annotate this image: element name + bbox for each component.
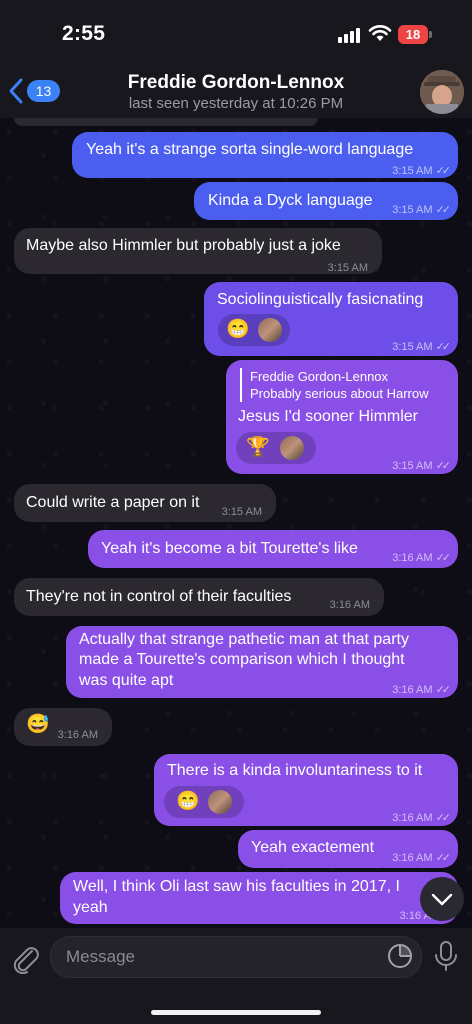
message-time: 3:15 AM [221, 506, 262, 518]
double-check-icon: ✓✓ [435, 812, 452, 824]
microphone-icon[interactable] [433, 940, 459, 972]
status-bar: 2:55 18 [0, 0, 472, 60]
message-bubble[interactable]: Maybe also Himmler but probably just a j… [14, 228, 382, 274]
reactor-avatar [258, 318, 282, 342]
message-bubble[interactable]: Could write a paper on it 3:15 AM [14, 484, 276, 522]
message-time: 3:15 AM [327, 262, 368, 274]
message-text: Yeah exactement [251, 839, 375, 856]
message-time: 3:16 AM ✓✓ [392, 852, 452, 864]
message-bubble[interactable]: 😅 3:16 AM [14, 708, 112, 746]
double-check-icon: ✓✓ [435, 204, 452, 216]
message-bubble[interactable]: Yeah it's become a bit Tourette's like 3… [88, 530, 458, 568]
reaction-emoji: 😁 [226, 319, 250, 340]
message-bubble[interactable]: Sociolinguistically fasicnating 😁 3:15 A… [204, 282, 458, 356]
double-check-icon: ✓✓ [435, 552, 452, 564]
scroll-to-bottom-button[interactable] [420, 877, 464, 921]
avatar-photo [420, 70, 464, 114]
message-input-bar: Message [0, 928, 472, 1024]
sticker-icon[interactable] [386, 942, 414, 970]
double-check-icon: ✓✓ [435, 852, 452, 864]
message-text: Maybe also Himmler but probably just a j… [26, 237, 341, 254]
message-bubble[interactable]: They're not in control of their facultie… [14, 578, 384, 616]
message-time: 3:15 AM ✓✓ [392, 460, 452, 472]
message-time: 3:15 AM ✓✓ [392, 341, 452, 353]
double-check-icon: ✓✓ [435, 460, 452, 472]
message-text: Sociolinguistically fasicnating [217, 291, 424, 308]
reply-quote[interactable]: Freddie Gordon-Lennox Probably serious a… [240, 368, 428, 402]
reaction-emoji: 🏆 [246, 437, 270, 458]
message-bubble[interactable]: Kinda a Dyck language 3:15 AM ✓✓ [194, 182, 458, 220]
message-time: 3:16 AM [57, 729, 98, 741]
message-placeholder: Message [66, 947, 135, 966]
chat-header: 13 Freddie Gordon-Lennox last seen yeste… [0, 60, 472, 118]
message-bubble[interactable]: Yeah it's a strange sorta single-word la… [72, 132, 458, 178]
battery-level: 18 [405, 27, 421, 42]
message-text: There is a kinda involuntariness to it [167, 762, 423, 779]
battery-indicator: 18 [398, 25, 428, 44]
message-text-line: yeah [73, 899, 108, 916]
reaction-chip[interactable]: 🏆 [236, 432, 316, 464]
message-text: Yeah it's a strange sorta single-word la… [86, 141, 414, 158]
battery-tip [429, 31, 432, 38]
contact-name[interactable]: Freddie Gordon-Lennox [0, 72, 472, 94]
message-text-line: Well, I think Oli last saw his faculties… [73, 878, 400, 895]
reply-author: Freddie Gordon-Lennox [250, 369, 389, 384]
reaction-emoji: 😁 [176, 791, 200, 812]
status-time: 2:55 [62, 22, 106, 45]
last-seen-status: last seen yesterday at 10:26 PM [128, 95, 344, 112]
message-text-line: made a Tourette's comparison which I tho… [79, 651, 405, 668]
message-text: 😅 [26, 714, 50, 735]
partial-incoming-bubble [14, 118, 318, 126]
reply-text: Probably serious about Harrow [250, 386, 429, 401]
reaction-chip[interactable]: 😁 [218, 314, 290, 346]
reactor-avatar [208, 790, 232, 814]
message-time: 3:15 AM ✓✓ [392, 165, 452, 177]
message-text: They're not in control of their facultie… [26, 588, 292, 605]
cellular-signal-icon [338, 27, 362, 43]
chat-area[interactable]: Yeah it's a strange sorta single-word la… [0, 118, 472, 928]
message-text-line: Actually that strange pathetic man at th… [79, 631, 409, 648]
contact-avatar[interactable] [420, 70, 464, 114]
chevron-down-icon [431, 893, 453, 906]
reaction-chip[interactable]: 😁 [164, 786, 244, 818]
double-check-icon: ✓✓ [435, 165, 452, 177]
message-bubble[interactable]: Actually that strange pathetic man at th… [66, 626, 458, 698]
message-time: 3:16 AM [329, 599, 370, 611]
paperclip-icon[interactable] [10, 942, 40, 974]
message-text: Jesus I'd sooner Himmler [238, 408, 418, 425]
message-time: 3:16 AM ✓✓ [392, 684, 452, 696]
message-text: Yeah it's become a bit Tourette's like [101, 540, 358, 557]
message-text-line: was quite apt [79, 672, 174, 689]
reactor-avatar [280, 436, 304, 460]
home-indicator[interactable] [151, 1010, 321, 1015]
message-input[interactable]: Message [50, 936, 422, 978]
message-bubble[interactable]: Freddie Gordon-Lennox Probably serious a… [226, 360, 458, 474]
message-text: Could write a paper on it [26, 494, 200, 511]
double-check-icon: ✓✓ [435, 341, 452, 353]
wifi-icon [368, 25, 392, 41]
message-bubble[interactable]: Well, I think Oli last saw his faculties… [60, 872, 458, 924]
message-bubble[interactable]: There is a kinda involuntariness to it 😁… [154, 754, 458, 826]
message-time: 3:16 AM ✓✓ [392, 812, 452, 824]
message-time: 3:16 AM ✓✓ [392, 552, 452, 564]
message-time: 3:15 AM ✓✓ [392, 204, 452, 216]
message-bubble[interactable]: Yeah exactement 3:16 AM ✓✓ [238, 830, 458, 868]
double-check-icon: ✓✓ [435, 684, 452, 696]
message-text: Kinda a Dyck language [208, 192, 373, 209]
